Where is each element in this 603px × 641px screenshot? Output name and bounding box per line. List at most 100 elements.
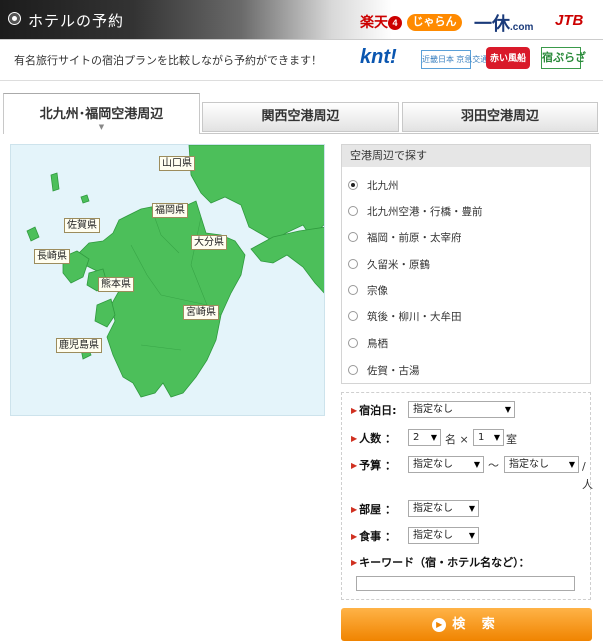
dropdown-arrow-icon: ▼	[473, 460, 480, 469]
kyuko-logo[interactable]: 近畿日本 京急交通社	[421, 50, 496, 69]
room-type-select[interactable]: 指定なし ▼	[408, 500, 479, 517]
people-unit: 名 ×	[445, 433, 469, 446]
kyushu-map[interactable]: 山口県 福岡県 佐賀県 大分県 長崎県 熊本県 宮崎県 鹿児島県	[10, 144, 325, 416]
ikkyu-logo[interactable]: 一休.com	[474, 10, 533, 36]
pref-label-kagoshima[interactable]: 鹿児島県	[56, 338, 102, 353]
people-select-value: 2	[413, 432, 420, 443]
circle-bullet-icon	[9, 13, 20, 24]
area-option-label: 久留米・原鶴	[367, 259, 430, 271]
area-option-saga[interactable]: 佐賀・古湯	[348, 363, 420, 378]
room-type-label: ▶ 部屋 ：	[351, 501, 396, 517]
rooms-select-value: 1	[478, 432, 485, 443]
rakuten-logo[interactable]: 楽天 4	[360, 12, 402, 32]
area-option-munakata[interactable]: 宗像	[348, 283, 388, 298]
pref-label-saga[interactable]: 佐賀県	[64, 218, 100, 233]
keyword-input[interactable]	[356, 576, 575, 591]
caret-down-icon: ▼	[98, 123, 105, 131]
knt-logo[interactable]: knt!	[360, 46, 397, 69]
arrow-right-icon: ▶	[351, 434, 358, 443]
area-option-fukuoka[interactable]: 福岡・前原・太宰府	[348, 230, 462, 245]
area-option-label: 鳥栖	[367, 338, 388, 350]
search-button-label: 検 索	[452, 617, 501, 632]
radio-icon[interactable]	[348, 311, 358, 321]
people-label: ▶ 人数 ：	[351, 430, 396, 446]
arrow-right-icon: ▶	[351, 505, 358, 514]
akai-fusen-logo[interactable]: 赤い風船	[486, 47, 530, 69]
date-label-text: 宿泊日:	[359, 404, 397, 417]
radio-icon[interactable]	[348, 259, 358, 269]
amakusa-island	[94, 298, 116, 328]
area-option-tosu[interactable]: 鳥栖	[348, 336, 388, 351]
area-option-kurume[interactable]: 久留米・原鶴	[348, 257, 430, 272]
area-select-heading: 空港周辺で探す	[342, 145, 590, 167]
kyushu-landmass	[76, 200, 246, 398]
date-label: ▶ 宿泊日:	[351, 402, 397, 418]
goto-island	[26, 226, 40, 242]
tab-kitakyushu-fukuoka[interactable]: 北九州･福岡空港周辺 ▼	[3, 93, 200, 134]
meal-label-text: 食事 ：	[359, 530, 396, 543]
budget-min-select[interactable]: 指定なし ▼	[408, 456, 484, 473]
meal-value: 指定なし	[413, 530, 453, 541]
tab-kansai[interactable]: 関西空港周辺	[202, 102, 399, 132]
jalan-logo[interactable]: じゃらん	[407, 14, 462, 31]
room-type-label-text: 部屋 ：	[359, 503, 396, 516]
arrow-right-icon: ▶	[351, 406, 358, 415]
dropdown-arrow-icon: ▼	[493, 433, 500, 442]
dropdown-arrow-icon: ▼	[504, 405, 511, 414]
area-option-label: 福岡・前原・太宰府	[367, 232, 462, 244]
radio-selected-icon[interactable]	[348, 180, 358, 190]
iki-island	[80, 194, 90, 204]
radio-icon[interactable]	[348, 285, 358, 295]
people-select[interactable]: 2 ▼	[408, 429, 441, 446]
pref-label-yamaguchi[interactable]: 山口県	[159, 156, 195, 171]
people-label-text: 人数 ：	[359, 432, 396, 445]
rooms-select[interactable]: 1 ▼	[473, 429, 504, 446]
meal-label: ▶ 食事 ：	[351, 528, 396, 544]
keyword-label-text: キーワード（宿・ホテル名など）：	[359, 556, 530, 569]
budget-max-select[interactable]: 指定なし ▼	[504, 456, 579, 473]
kyushu-map-graphic	[26, 145, 324, 398]
dropdown-arrow-icon: ▼	[468, 504, 475, 513]
rakuten-logo-text: 楽天	[360, 14, 388, 30]
rakuten-mark-icon: 4	[388, 16, 402, 30]
dropdown-arrow-icon: ▼	[430, 433, 437, 442]
budget-min-value: 指定なし	[413, 459, 453, 470]
area-option-label: 北九州空港・行橋・豊前	[367, 206, 483, 218]
meal-select[interactable]: 指定なし ▼	[408, 527, 479, 544]
ikkyu-logo-text: 一休	[474, 14, 510, 34]
area-option-kitakyushu[interactable]: 北九州	[348, 178, 399, 193]
honshu-landmass	[188, 145, 324, 242]
radio-icon[interactable]	[348, 206, 358, 216]
area-option-chikugo[interactable]: 筑後・柳川・大牟田	[348, 309, 462, 324]
yado-plaza-logo[interactable]: 宿ぷらざ	[541, 47, 586, 69]
pref-label-fukuoka[interactable]: 福岡県	[152, 203, 188, 218]
search-button[interactable]: ▶ 検 索	[341, 608, 592, 641]
pref-label-nagasaki[interactable]: 長崎県	[34, 249, 70, 264]
arrow-right-icon: ▶	[351, 461, 358, 470]
area-option-label: 筑後・柳川・大牟田	[367, 311, 462, 323]
radio-icon[interactable]	[348, 365, 358, 375]
pref-label-kumamoto[interactable]: 熊本県	[98, 277, 134, 292]
tab-haneda[interactable]: 羽田空港周辺	[402, 102, 598, 132]
area-select-panel: 空港周辺で探す 北九州 北九州空港・行橋・豊前 福岡・前原・太宰府 久留米・原鶴…	[341, 144, 591, 384]
jtb-logo[interactable]: JTB	[555, 12, 583, 29]
radio-icon[interactable]	[348, 232, 358, 242]
play-arrow-icon: ▶	[432, 618, 447, 632]
budget-label-text: 予算 ：	[359, 459, 396, 472]
subtitle-text: 有名旅行サイトの宿泊プランを比較しながら予約ができます！	[14, 54, 322, 67]
arrow-right-icon: ▶	[351, 532, 358, 541]
radio-icon[interactable]	[348, 338, 358, 348]
area-option-label: 佐賀・古湯	[367, 365, 420, 377]
shikoku-landmass	[250, 226, 324, 294]
area-option-label: 北九州	[367, 180, 399, 192]
room-type-value: 指定なし	[413, 503, 453, 514]
area-option-kitakyushu-airport[interactable]: 北九州空港・行橋・豊前	[348, 204, 483, 219]
pref-label-oita[interactable]: 大分県	[191, 235, 227, 250]
arrow-right-icon: ▶	[351, 558, 358, 567]
date-select[interactable]: 指定なし ▼	[408, 401, 515, 418]
dropdown-arrow-icon: ▼	[468, 531, 475, 540]
area-option-label: 宗像	[367, 285, 388, 297]
tsushima-island	[50, 172, 60, 192]
pref-label-miyazaki[interactable]: 宮崎県	[183, 305, 219, 320]
budget-separator: ～	[488, 459, 499, 472]
